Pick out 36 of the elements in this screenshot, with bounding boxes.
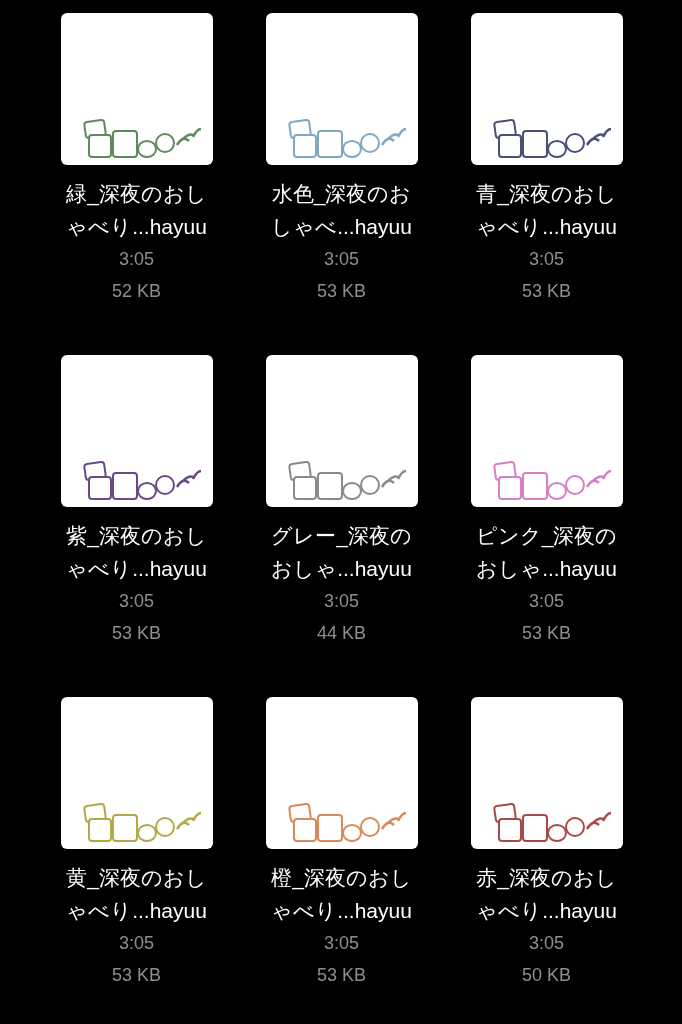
- file-time: 3:05: [118, 590, 154, 613]
- file-name: グレー_深夜の: [271, 523, 412, 550]
- file-size: 53 KB: [521, 280, 571, 303]
- file-time: 3:05: [323, 248, 359, 271]
- file-name: ゃべり...hayuu: [66, 898, 207, 924]
- file-size: 53 KB: [111, 622, 161, 645]
- file-size: 53 KB: [521, 622, 571, 645]
- file-name: ピンク_深夜の: [475, 523, 618, 550]
- file-name: 赤_深夜のおし: [476, 865, 617, 892]
- file-name: ゃべり...hayuu: [271, 898, 412, 924]
- file-name: おしゃ...hayuu: [476, 556, 617, 582]
- file-size: 53 KB: [111, 964, 161, 987]
- file-name: ゃべり...hayuu: [66, 214, 207, 240]
- file-time: 3:05: [323, 590, 359, 613]
- file-name: ゃべり...hayuu: [66, 556, 207, 582]
- file-time: 3:05: [528, 590, 564, 613]
- file-name: ゃべり...hayuu: [476, 898, 617, 924]
- file-size: 44 KB: [316, 622, 366, 645]
- file-name: 黄_深夜のおし: [66, 865, 207, 892]
- file-time: 3:05: [323, 932, 359, 955]
- file-name: しゃべ...hayuu: [271, 214, 412, 240]
- file-name: 青_深夜のおし: [476, 181, 617, 208]
- file-name: ゃべり...hayuu: [476, 214, 617, 240]
- file-name: 紫_深夜のおし: [66, 523, 207, 550]
- file-size: 53 KB: [316, 280, 366, 303]
- file-size: 53 KB: [316, 964, 366, 987]
- file-time: 3:05: [528, 932, 564, 955]
- file-time: 3:05: [118, 932, 154, 955]
- file-size: 50 KB: [521, 964, 571, 987]
- file-name: 水色_深夜のお: [271, 181, 412, 208]
- file-size: 52 KB: [111, 280, 161, 303]
- file-name: 緑_深夜のおし: [66, 181, 207, 208]
- file-name: 橙_深夜のおし: [271, 865, 412, 892]
- file-name: おしゃ...hayuu: [271, 556, 412, 582]
- file-time: 3:05: [118, 248, 154, 271]
- file-time: 3:05: [528, 248, 564, 271]
